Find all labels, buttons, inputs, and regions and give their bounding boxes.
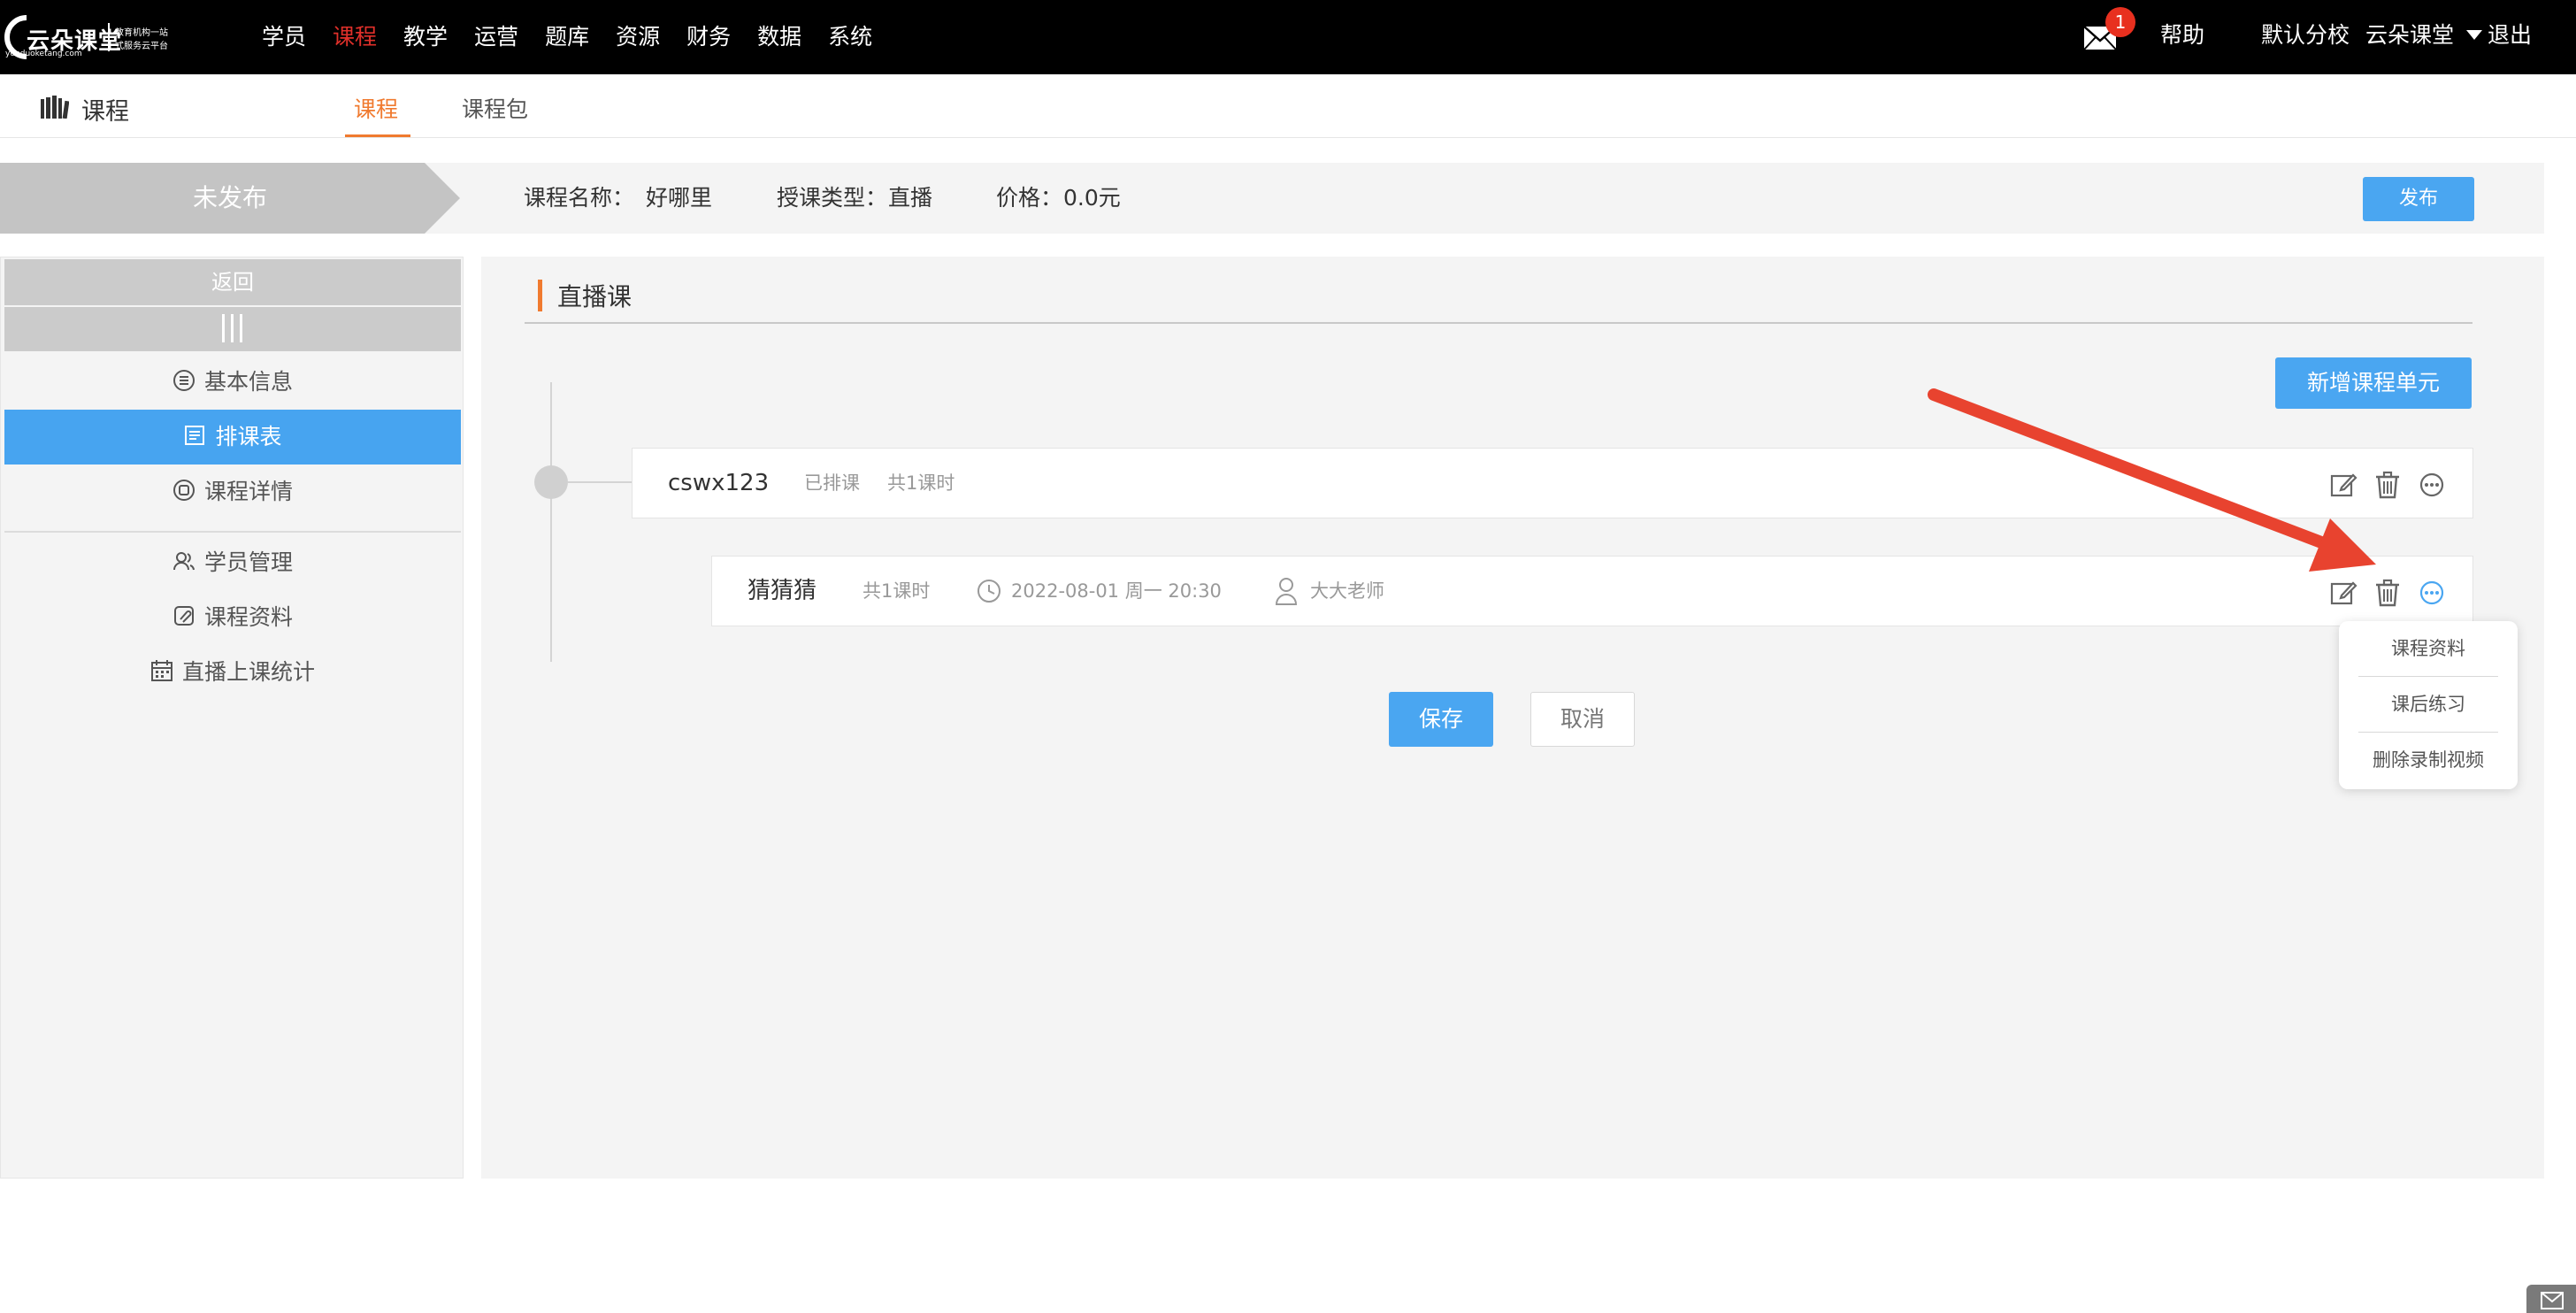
handle-bar: [231, 314, 234, 342]
chevron-down-icon[interactable]: [2466, 30, 2482, 40]
nav-item-teaching[interactable]: 教学: [403, 0, 448, 74]
mail-badge: 1: [2105, 7, 2135, 37]
lesson-row[interactable]: 猜猜猜 共1课时 2022-08-01 周一 20:30 大大老师: [711, 556, 2473, 626]
tab-courses[interactable]: 课程: [354, 92, 398, 124]
lesson-count: 共1课时: [862, 580, 931, 602]
list-circle-icon: [172, 370, 195, 391]
more-options-icon[interactable]: [2418, 471, 2446, 499]
dropdown-caret: [2410, 610, 2431, 621]
nav-item-courses[interactable]: 课程: [333, 0, 377, 74]
unit-lesson-count: 共1课时: [887, 472, 955, 494]
menu-item-course-materials[interactable]: 课程资料: [2358, 621, 2498, 676]
handle-bar: [222, 314, 225, 342]
course-sidebar: 返回 基本信息 排课表 课程详情 学员管理 课程资料 直播上课统计: [0, 257, 464, 1179]
brand-tagline-1: 教育机构一站: [115, 28, 168, 38]
edit-icon[interactable]: [2329, 471, 2358, 499]
edit-icon[interactable]: [2329, 579, 2358, 607]
lesson-teacher: 大大老师: [1310, 580, 1384, 602]
mail-icon: [2541, 1292, 2564, 1309]
detail-icon: [172, 480, 195, 501]
sub-header: 课程 课程 课程包: [0, 74, 2576, 138]
back-button[interactable]: 返回: [4, 259, 461, 305]
unit-name: cswx123: [668, 470, 770, 496]
brand-url: yunduoketang.com: [5, 50, 82, 58]
save-button[interactable]: 保存: [1389, 692, 1493, 747]
timeline-line: [550, 382, 552, 662]
tab-course-packages[interactable]: 课程包: [462, 92, 528, 124]
paperclip-icon: [173, 606, 194, 626]
publish-button[interactable]: 发布: [2363, 177, 2474, 221]
more-options-icon[interactable]: [2418, 579, 2446, 607]
course-name-label: 课程名称：: [524, 185, 635, 211]
sidebar-item-course-details[interactable]: 课程详情: [4, 465, 461, 519]
add-course-unit-button[interactable]: 新增课程单元: [2275, 357, 2472, 409]
nav-item-operations[interactable]: 运营: [474, 0, 518, 74]
price-value: 0.0元: [1063, 185, 1121, 211]
nav-item-question-bank[interactable]: 题库: [545, 0, 589, 74]
top-bar: 云朵课堂 yunduoketang.com 教育机构一站 式服务云平台 学员 课…: [0, 0, 2576, 74]
users-icon: [172, 552, 195, 571]
clock-icon: [978, 580, 1000, 603]
nav-item-data[interactable]: 数据: [757, 0, 801, 74]
sidebar-item-course-materials[interactable]: 课程资料: [4, 590, 461, 645]
active-tab-indicator: [345, 134, 410, 137]
lesson-name: 猜猜猜: [748, 578, 817, 604]
page-title: 课程: [81, 98, 129, 126]
publish-status: 未发布: [192, 183, 267, 212]
library-icon: [41, 96, 69, 119]
course-type-value: 直播: [888, 185, 933, 211]
nav-item-resources[interactable]: 资源: [616, 0, 660, 74]
feedback-widget[interactable]: [2526, 1285, 2576, 1313]
calendar-icon: [150, 660, 172, 681]
sidebar-item-label: 课程详情: [203, 479, 293, 504]
section-accent-bar: [538, 280, 542, 311]
lesson-datetime: 2022-08-01 周一 20:30: [1011, 580, 1222, 602]
trash-icon[interactable]: [2373, 579, 2402, 607]
sidebar-item-label: 直播上课统计: [181, 659, 315, 685]
sidebar-item-student-management[interactable]: 学员管理: [4, 535, 461, 590]
sidebar-divider: [4, 531, 461, 533]
timeline-node: [534, 465, 568, 499]
more-options-menu: 课程资料 课后练习 删除录制视频: [2339, 621, 2518, 789]
sidebar-item-label: 基本信息: [203, 369, 293, 395]
brand-logo[interactable]: 云朵课堂 yunduoketang.com 教育机构一站 式服务云平台: [0, 11, 186, 64]
handle-bar: [240, 314, 242, 342]
main-nav: 学员 课程 教学 运营 题库 资源 财务 数据 系统: [262, 0, 899, 74]
menu-item-delete-recording[interactable]: 删除录制视频: [2358, 733, 2498, 787]
sidebar-item-label: 学员管理: [203, 549, 293, 575]
help-link[interactable]: 帮助: [2160, 0, 2204, 71]
nav-item-system[interactable]: 系统: [828, 0, 872, 74]
brand-tagline-2: 式服务云平台: [115, 42, 168, 51]
schedule-icon: [185, 426, 205, 445]
collapse-handle[interactable]: [4, 307, 461, 351]
sidebar-item-schedule[interactable]: 排课表: [4, 410, 461, 465]
sidebar-item-label: 课程资料: [203, 604, 293, 630]
unit-status: 已排课: [804, 472, 860, 494]
nav-item-students[interactable]: 学员: [262, 0, 306, 74]
sidebar-item-basic-info[interactable]: 基本信息: [4, 355, 461, 410]
course-status-bar: 未发布 课程名称： 好哪里 授课类型： 直播 价格： 0.0元 发布: [0, 163, 2544, 234]
account-menu[interactable]: 云朵课堂: [2365, 0, 2454, 71]
section-divider: [525, 322, 2472, 324]
logo-divider: [108, 23, 110, 51]
sidebar-item-live-stats[interactable]: 直播上课统计: [4, 645, 461, 700]
sidebar-item-label: 排课表: [215, 424, 282, 449]
section-title: 直播课: [557, 282, 632, 311]
course-type-label: 授课类型：: [777, 185, 888, 211]
course-unit-row[interactable]: cswx123 已排课 共1课时: [632, 448, 2473, 518]
logout-link[interactable]: 退出: [2488, 0, 2532, 71]
price-label: 价格：: [996, 185, 1063, 211]
teacher-icon: [1275, 578, 1298, 605]
schedule-panel: 直播课 新增课程单元 cswx123 已排课 共1课时 猜猜猜 共1课时 202…: [481, 257, 2544, 1179]
nav-item-finance[interactable]: 财务: [686, 0, 731, 74]
cancel-button[interactable]: 取消: [1530, 692, 1635, 747]
course-name-value: 好哪里: [646, 185, 713, 211]
trash-icon[interactable]: [2373, 471, 2402, 499]
branch-selector[interactable]: 默认分校: [2261, 0, 2350, 71]
menu-item-homework[interactable]: 课后练习: [2358, 677, 2498, 732]
timeline-connector: [568, 481, 632, 483]
